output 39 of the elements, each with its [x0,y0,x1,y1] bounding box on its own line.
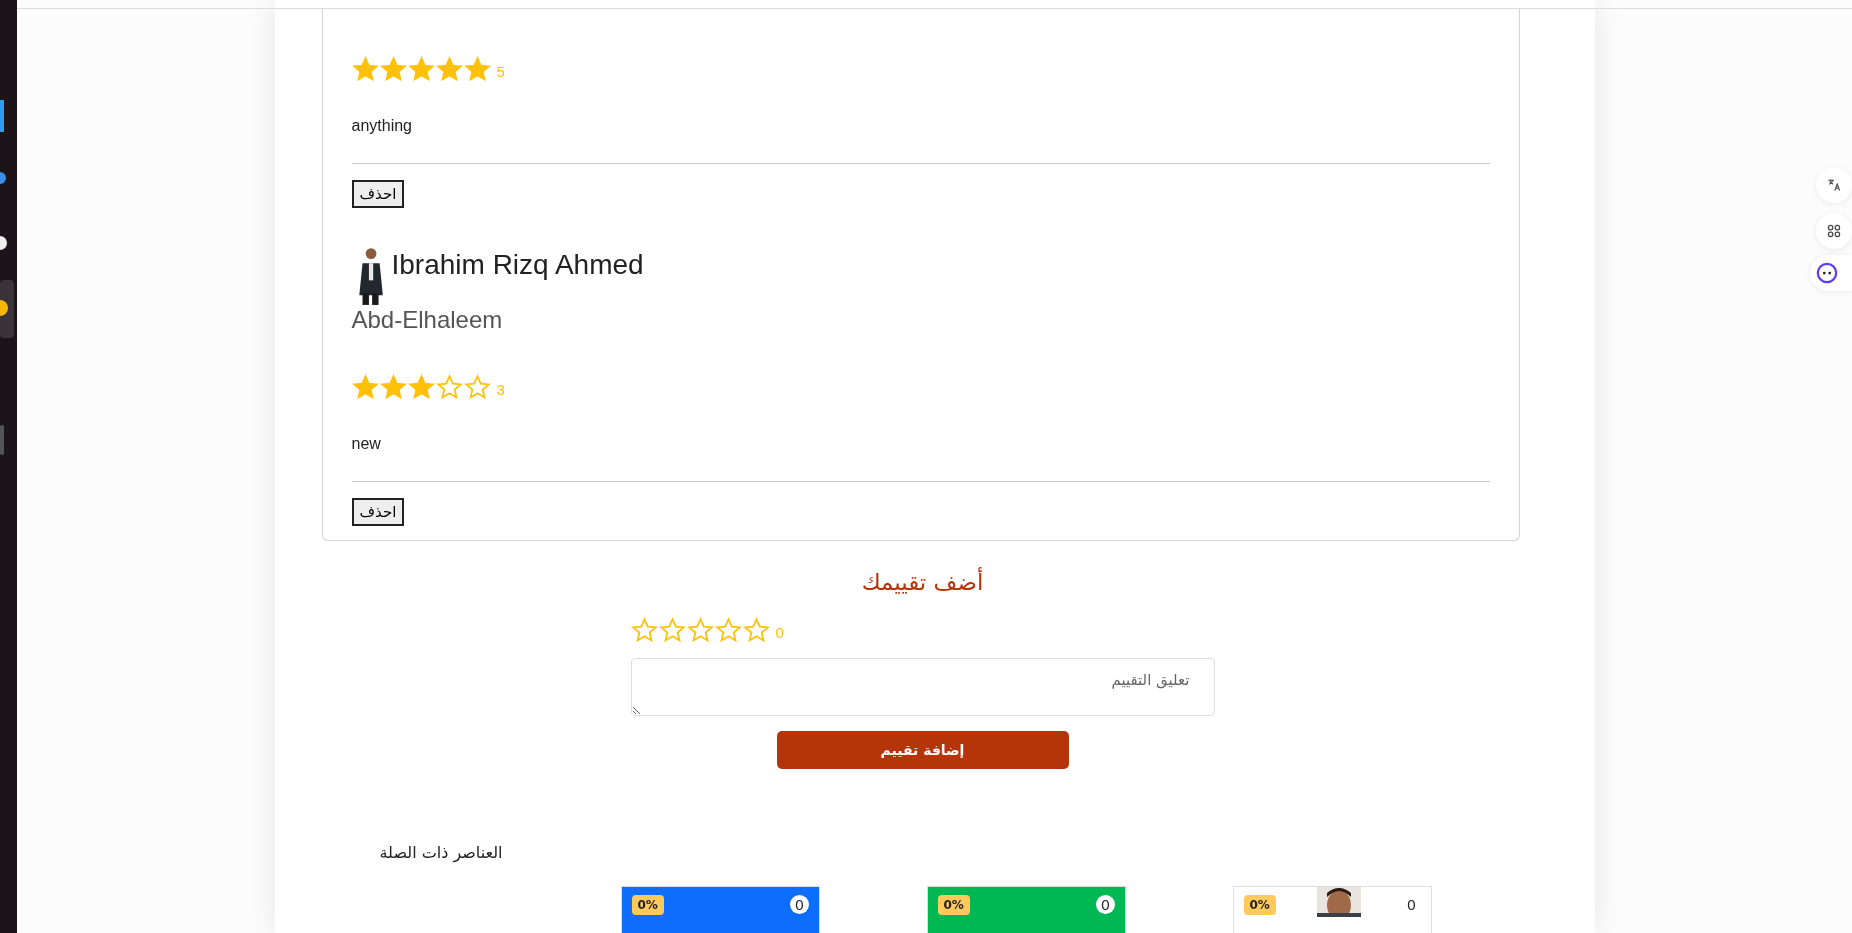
discount-badge: 0% [1243,895,1276,915]
star-icon [435,374,463,401]
star-icon [463,56,491,83]
add-review-title: أضف تقييمك [861,569,984,595]
product-card[interactable]: 0% 0 [1232,886,1432,933]
section-title: العناصر ذات الصلة [379,843,503,862]
count-badge: 0 [790,895,809,914]
reviewer-name: Ibrahim Rizq Ahmed [391,248,644,281]
assistant-icon[interactable] [1810,255,1852,291]
star-icon [407,56,435,83]
star-icon[interactable] [742,617,770,644]
star-icon [463,374,491,401]
delete-button[interactable]: احذف [351,180,405,208]
product-card[interactable]: 0% 0 [926,886,1126,933]
grid-icon[interactable] [1816,213,1852,249]
rating-value: 3 [496,381,505,398]
product-card[interactable]: 0% 0 [620,886,820,933]
star-icon[interactable] [658,617,686,644]
comment-field[interactable]: تعليق التقييم [630,658,1215,716]
star-icon [351,374,379,401]
discount-badge: 0% [937,895,970,915]
delete-button[interactable]: احذف [351,498,405,526]
count-badge: 0 [1096,895,1115,914]
rating-value: 5 [496,63,505,80]
review-comment: anything [351,117,412,135]
star-icon [435,56,463,83]
star-icon [379,374,407,401]
translate-icon[interactable] [1816,167,1852,203]
submit-button[interactable]: إضافة تقييم [776,731,1069,769]
star-icon[interactable] [630,617,658,644]
star-icon[interactable] [686,617,714,644]
discount-badge: 0% [631,895,664,915]
star-icon [379,56,407,83]
star-icon [351,56,379,83]
reviewer-surname: Abd-Elhaleem [351,306,503,334]
star-icon[interactable] [714,617,742,644]
review-comment: new [351,435,381,453]
rating-value: 0 [775,624,784,641]
star-icon [407,374,435,401]
